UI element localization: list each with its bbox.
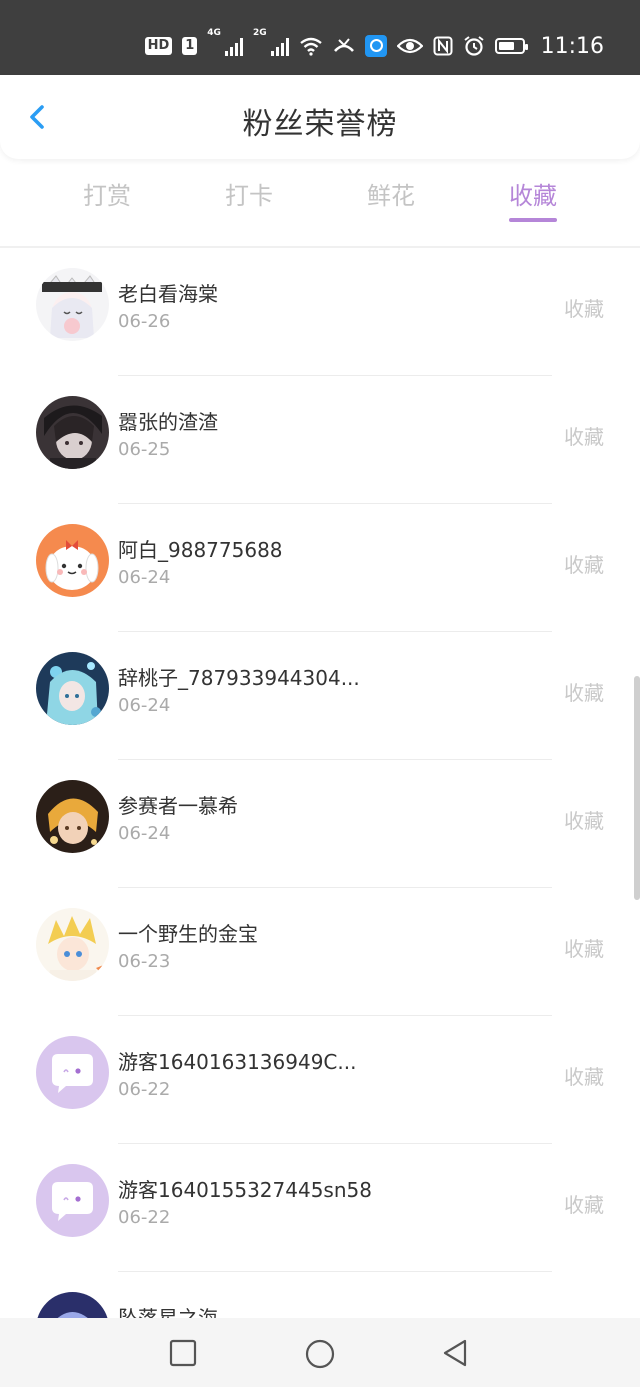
date: 06-22 [118,1207,171,1228]
network-type-2: 2G [252,28,267,38]
search-app-icon [364,35,387,57]
header: 粉丝荣誉榜 [0,75,640,159]
tab-active-indicator [509,218,557,222]
phone-missed-icon [333,38,354,52]
username: 一个野生的金宝 [118,922,258,946]
collect-button[interactable]: 收藏 [564,293,604,322]
scrollbar[interactable] [634,676,640,900]
date: 06-24 [118,823,171,844]
collect-button[interactable]: 收藏 [564,805,604,834]
network-type-1: 4G [207,28,221,38]
collect-button[interactable]: 收藏 [564,1189,604,1218]
avatar[interactable] [36,908,109,981]
date: 06-24 [118,695,171,716]
tab-flower[interactable]: 鲜花 [331,176,451,211]
username: 参赛者一慕希 [118,794,238,818]
triangle-back-icon [443,1339,467,1367]
sim-badge: 1 [182,37,198,55]
username: 阿白_988775688 [118,538,283,562]
eye-icon [396,38,423,54]
list-item[interactable]: 游客1640155327445sn58 06-22 收藏 [0,1144,640,1272]
avatar[interactable] [36,780,109,853]
list-item[interactable]: 一个野生的金宝 06-23 收藏 [0,888,640,1016]
date: 06-26 [118,311,171,332]
fan-list: 老白看海棠 06-26 收藏 嚣张的渣渣 06-25 收藏 阿白_9887756… [0,248,640,1400]
hd-badge: HD [144,37,173,55]
list-item[interactable]: 阿白_988775688 06-24 收藏 [0,504,640,632]
square-icon [169,1339,197,1367]
username: 游客1640155327445sn58 [118,1178,372,1202]
date: 06-23 [118,951,171,972]
list-item[interactable]: 游客1640163136949C... 06-22 收藏 [0,1016,640,1144]
wifi-icon [299,37,322,56]
status-bar: HD 1 4G 2G 11:16 [0,0,640,75]
date: 06-24 [118,567,171,588]
collect-button[interactable]: 收藏 [564,677,604,706]
username: 游客1640163136949C... [118,1050,357,1074]
status-icons: HD 1 4G 2G 11:16 [144,24,604,68]
avatar[interactable] [36,652,109,725]
list-item[interactable]: 嚣张的渣渣 06-25 收藏 [0,376,640,504]
system-nav-bar [0,1318,640,1387]
avatar[interactable] [36,268,109,341]
collect-button[interactable]: 收藏 [564,421,604,450]
collect-button[interactable]: 收藏 [564,1061,604,1090]
avatar[interactable] [36,1036,109,1109]
page-title: 粉丝荣誉榜 [242,107,398,142]
tab-reward[interactable]: 打赏 [47,176,167,211]
avatar[interactable] [36,396,109,469]
list-item[interactable]: 辞桃子_787933944304... 06-24 收藏 [0,632,640,760]
alarm-icon [463,36,484,56]
date: 06-25 [118,439,171,460]
circle-icon [305,1339,335,1369]
tab-checkin[interactable]: 打卡 [189,176,309,211]
home-button[interactable] [304,1338,335,1369]
signal-icon-2 [270,36,289,56]
tab-bar: 打赏 打卡 鲜花 收藏 [0,168,640,238]
battery-icon [494,38,528,54]
back-nav-button[interactable] [440,1338,470,1368]
recent-apps-button[interactable] [168,1338,198,1368]
username: 嚣张的渣渣 [118,410,218,434]
date: 06-22 [118,1079,171,1100]
list-item[interactable]: 老白看海棠 06-26 收藏 [0,248,640,376]
signal-icon-1 [224,36,243,56]
list-item[interactable]: 参赛者一慕希 06-24 收藏 [0,760,640,888]
collect-button[interactable]: 收藏 [564,933,604,962]
status-time: 11:16 [540,33,604,59]
collect-button[interactable]: 收藏 [564,549,604,578]
avatar[interactable] [36,524,109,597]
nfc-icon [433,36,453,56]
username: 老白看海棠 [118,282,218,306]
avatar[interactable] [36,1164,109,1237]
tab-collect[interactable]: 收藏 [473,176,593,211]
username: 辞桃子_787933944304... [118,666,360,690]
